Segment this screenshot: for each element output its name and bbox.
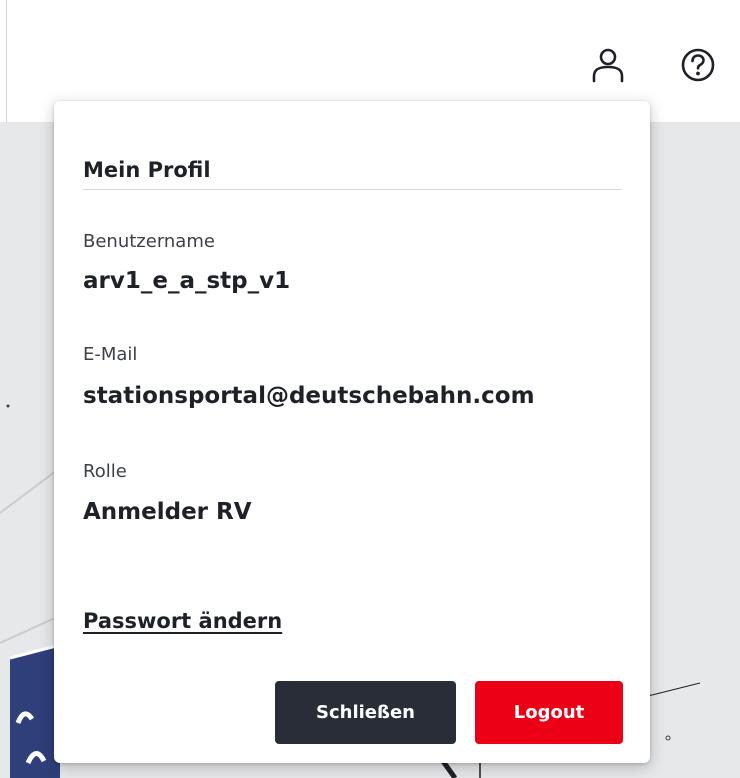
logout-button[interactable]: Logout bbox=[475, 681, 623, 744]
change-password-link[interactable]: Passwort ändern bbox=[83, 609, 282, 633]
user-icon bbox=[592, 48, 624, 83]
role-value: Anmelder RV bbox=[83, 499, 252, 525]
topbar-left-border bbox=[6, 0, 7, 123]
username-label: Benutzername bbox=[83, 231, 215, 252]
profile-title: Mein Profil bbox=[83, 158, 211, 182]
help-button[interactable] bbox=[675, 42, 721, 88]
close-button[interactable]: Schließen bbox=[275, 681, 456, 744]
role-label: Rolle bbox=[83, 461, 127, 482]
help-circle-icon bbox=[681, 48, 715, 82]
profile-popover: Mein Profil Benutzername arv1_e_a_stp_v1… bbox=[54, 101, 650, 763]
username-value: arv1_e_a_stp_v1 bbox=[83, 268, 291, 294]
email-label: E-Mail bbox=[83, 344, 138, 365]
email-value: stationsportal@deutschebahn.com bbox=[83, 383, 535, 409]
user-profile-button[interactable] bbox=[585, 42, 631, 88]
title-divider bbox=[83, 189, 622, 190]
